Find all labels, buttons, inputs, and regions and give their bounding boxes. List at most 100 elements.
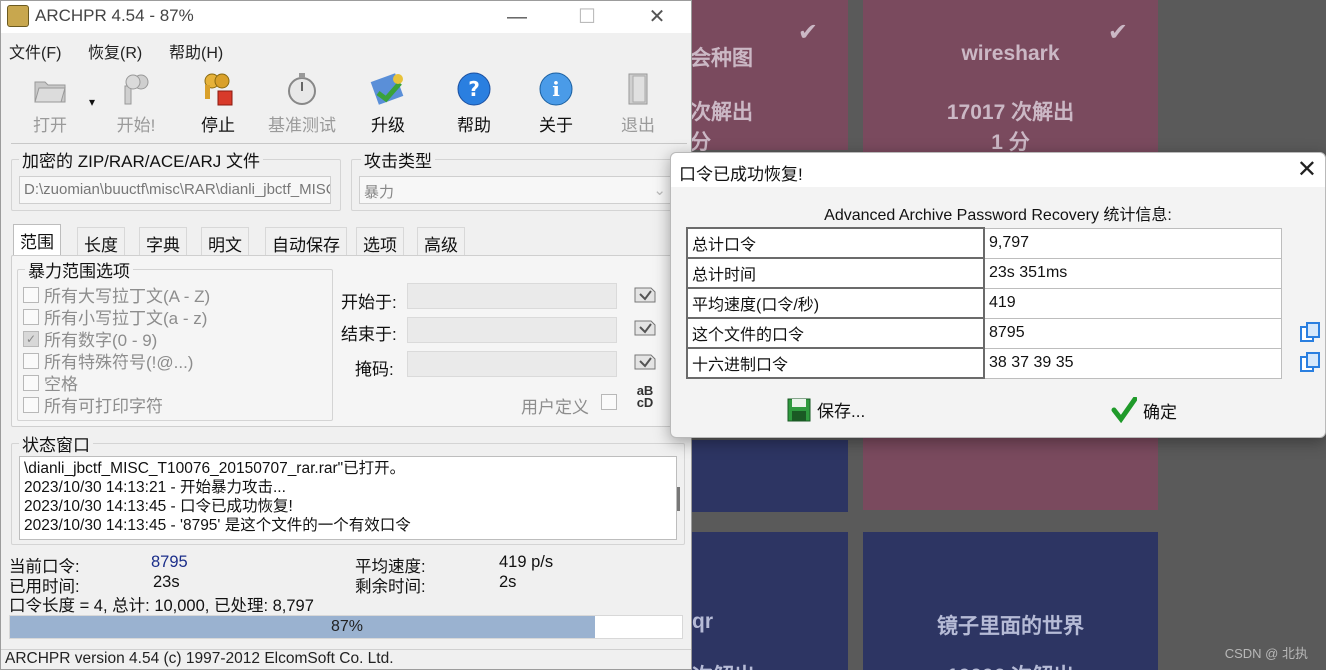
about-button[interactable]: i 关于 (521, 67, 591, 141)
status-log[interactable]: \dianli_jbctf_MISC_T10076_20150707_rar.r… (19, 456, 680, 540)
tab-length[interactable]: 长度 (77, 227, 125, 255)
menu-file[interactable]: 文件(F) (9, 39, 61, 63)
file-path-field[interactable]: D:\zuomian\buuctf\misc\RAR\dianli_jbctf_… (19, 176, 331, 204)
checkbox-checked[interactable]: ✓ (23, 330, 39, 347)
challenge-tile-qr[interactable]: qr 次解出 (692, 532, 848, 670)
dialog-title-bar: 口令已成功恢复! ✕ (671, 153, 1325, 187)
start-button[interactable]: 开始! (101, 67, 171, 141)
menu-bar: 文件(F) 恢复(R) 帮助(H) (1, 35, 691, 63)
log-line: 2023/10/30 14:13:45 - '8795' 是这个文件的一个有效口… (24, 517, 411, 534)
log-line: 2023/10/30 14:13:45 - 口令已成功恢复! (24, 498, 293, 515)
remaining-label: 剩余时间: (355, 578, 426, 596)
log-scrollbar[interactable] (677, 487, 680, 511)
tab-plaintext[interactable]: 明文 (201, 227, 249, 255)
table-row: 总计时间 23s 351ms (686, 257, 1282, 289)
end-at-input[interactable] (407, 317, 617, 343)
checkmark-icon (1111, 397, 1137, 423)
tile-solves: 次解出 (692, 660, 848, 670)
mask-label: 掩码: (355, 360, 394, 379)
menu-help[interactable]: 帮助(H) (169, 39, 223, 63)
copy-hex-icon[interactable] (1299, 351, 1321, 373)
progress-bar: 87% (9, 615, 683, 639)
elapsed-value: 23s (153, 573, 180, 591)
tab-dictionary[interactable]: 字典 (139, 227, 187, 255)
close-button[interactable]: ✕ (635, 3, 679, 31)
title-bar: ARCHPR 4.54 - 87% — ☐ ✕ (1, 1, 691, 33)
save-button[interactable]: 保存... (787, 397, 865, 422)
log-line: \dianli_jbctf_MISC_T10076_20150707_rar.r… (24, 460, 406, 477)
user-defined-checkbox[interactable] (601, 394, 617, 410)
challenge-tile-mirror[interactable]: 镜子里面的世界 10006 次解出 (863, 532, 1158, 670)
checkbox[interactable] (23, 286, 39, 303)
avg-speed-value: 419 p/s (499, 553, 554, 571)
checkbox[interactable] (23, 352, 39, 369)
window-title: ARCHPR 4.54 - 87% (35, 6, 194, 25)
keys-stop-icon (200, 71, 236, 107)
checkbox[interactable] (23, 396, 39, 413)
stop-button[interactable]: 停止 (183, 67, 253, 141)
stopwatch-icon (284, 71, 320, 107)
tile-solves: 10006 次解出 (863, 660, 1158, 670)
password-summary: 口令长度 = 4, 总计: 10,000, 已处理: 8,797 (9, 597, 314, 615)
password-recovered-dialog: 口令已成功恢复! ✕ Advanced Archive Password Rec… (670, 152, 1326, 438)
exit-door-icon (620, 71, 656, 107)
stat-value[interactable]: 419 (983, 287, 1282, 319)
benchmark-button[interactable]: 基准测试 (263, 67, 341, 141)
minimize-button[interactable]: — (495, 3, 539, 31)
dialog-close-icon[interactable]: ✕ (1297, 155, 1317, 184)
user-defined-label: 用户定义 (521, 398, 589, 417)
end-at-label: 结束于: (341, 325, 397, 344)
charset-abcd-icon[interactable]: aB cD (631, 383, 659, 411)
stat-value[interactable]: 8795 (983, 317, 1282, 349)
start-from-picker-icon[interactable] (631, 281, 659, 309)
exit-button[interactable]: 退出 (603, 67, 673, 141)
tab-advanced[interactable]: 高级 (417, 227, 465, 255)
log-line: 2023/10/30 14:13:21 - 开始暴力攻击... (24, 479, 286, 496)
end-at-picker-icon[interactable] (631, 314, 659, 342)
copy-password-icon[interactable] (1299, 321, 1321, 343)
attack-type-select[interactable]: 暴力 ⌄ (359, 176, 673, 204)
tab-options[interactable]: 选项 (356, 227, 404, 255)
tab-autosave[interactable]: 自动保存 (265, 227, 347, 255)
save-disk-icon (787, 398, 811, 421)
stat-key: 平均速度(口令/秒) (686, 287, 985, 319)
range-options-label: 暴力范围选项 (25, 257, 133, 282)
mask-input[interactable] (407, 351, 617, 377)
stat-key: 总计口令 (686, 227, 985, 259)
file-group-label: 加密的 ZIP/RAR/ACE/ARJ 文件 (19, 147, 264, 172)
stat-value[interactable]: 23s 351ms (983, 257, 1282, 289)
stat-key: 这个文件的口令 (686, 317, 985, 349)
stat-value[interactable]: 9,797 (983, 227, 1282, 259)
stat-key: 十六进制口令 (686, 347, 985, 379)
mask-picker-icon[interactable] (631, 348, 659, 376)
challenge-tile-1[interactable]: ✔ 会种图 次解出 分 (690, 0, 848, 154)
archpr-window: ARCHPR 4.54 - 87% — ☐ ✕ 文件(F) 恢复(R) 帮助(H… (0, 0, 692, 670)
checkbox[interactable] (23, 374, 39, 391)
tab-range[interactable]: 范围 (13, 224, 61, 256)
progress-label: 87% (330, 618, 364, 635)
status-footer: ARCHPR version 4.54 (c) 1997-2012 ElcomS… (1, 649, 691, 670)
menu-recovery[interactable]: 恢复(R) (88, 39, 142, 63)
start-from-input[interactable] (407, 283, 617, 309)
challenge-tile-3[interactable] (692, 440, 848, 512)
checkbox[interactable] (23, 308, 39, 325)
svg-text:i: i (552, 77, 560, 101)
option-printable[interactable]: 所有可打印字符 (23, 392, 163, 417)
folder-open-icon (32, 71, 68, 107)
open-dropdown-icon[interactable]: ▾ (89, 95, 95, 109)
open-button[interactable]: 打开 (15, 67, 85, 141)
status-group-label: 状态窗口 (19, 431, 93, 456)
stat-key: 总计时间 (686, 257, 985, 289)
tile-title: 会种图 (690, 47, 753, 70)
help-button[interactable]: ? 帮助 (439, 67, 509, 141)
toolbar-separator (11, 143, 687, 144)
help-icon: ? (456, 71, 492, 107)
maximize-button[interactable]: ☐ (565, 3, 609, 31)
start-from-label: 开始于: (341, 293, 397, 312)
tile-solves: 次解出 (690, 101, 753, 124)
upgrade-button[interactable]: 升级 (353, 67, 423, 141)
stat-value[interactable]: 38 37 39 35 (983, 347, 1282, 379)
watermark: CSDN @ 北执 (1224, 646, 1308, 661)
ok-button[interactable]: 确定 (1111, 397, 1177, 423)
tile-title: 镜子里面的世界 (937, 615, 1084, 638)
